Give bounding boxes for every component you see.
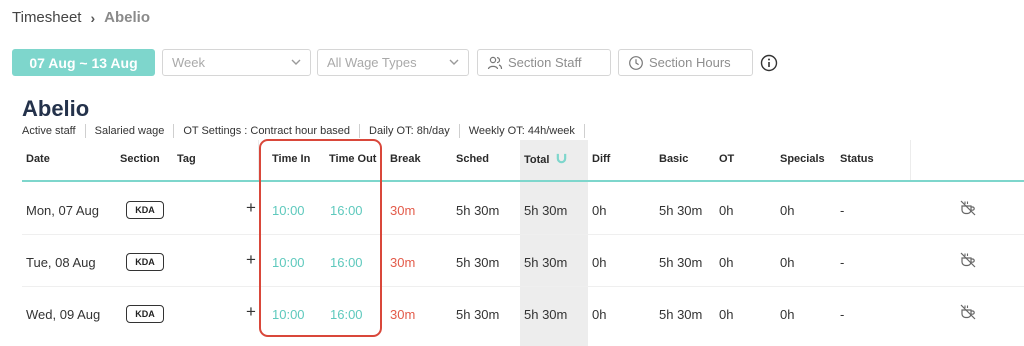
break-value[interactable]: 30m — [390, 307, 415, 322]
col-break[interactable]: Break — [390, 153, 421, 165]
col-status[interactable]: Status — [840, 153, 874, 165]
sched-value: 5h 30m — [456, 307, 500, 322]
basic-value: 5h 30m — [659, 307, 703, 322]
col-tag[interactable]: Tag — [177, 153, 196, 165]
meta-active-staff: Active staff — [22, 124, 86, 138]
time-in-value[interactable]: 10:00 — [272, 307, 305, 322]
staff-meta: Active staff Salaried wage OT Settings :… — [22, 124, 585, 138]
meta-daily-ot: Daily OT: 8h/day — [360, 124, 460, 138]
col-specials[interactable]: Specials — [780, 153, 825, 165]
row-date: Tue, 08 Aug — [26, 255, 96, 270]
add-tag-button[interactable]: + — [246, 250, 256, 270]
col-basic[interactable]: Basic — [659, 153, 688, 165]
chevron-down-icon — [449, 59, 459, 65]
add-tag-button[interactable]: + — [246, 302, 256, 322]
meta-ot-settings: OT Settings : Contract hour based — [174, 124, 361, 138]
break-value[interactable]: 30m — [390, 203, 415, 218]
wage-type-select[interactable]: All Wage Types — [317, 49, 469, 76]
no-break-cup-icon[interactable] — [959, 303, 977, 321]
chevron-down-icon — [291, 59, 301, 65]
column-divider — [258, 140, 259, 181]
section-staff-label: Section Staff — [508, 55, 582, 70]
col-ot[interactable]: OT — [719, 153, 734, 165]
ot-value: 0h — [719, 307, 734, 322]
info-icon[interactable] — [760, 54, 778, 72]
table-row: Wed, 09 Aug KDA + 10:00 16:00 30m 5h 30m… — [22, 287, 1024, 339]
magnet-icon[interactable] — [556, 153, 567, 164]
meta-weekly-ot: Weekly OT: 44h/week — [460, 124, 585, 138]
time-in-value[interactable]: 10:00 — [272, 255, 305, 270]
table-row: Mon, 07 Aug KDA + 10:00 16:00 30m 5h 30m… — [22, 183, 1024, 235]
specials-value: 0h — [780, 255, 795, 270]
section-badge: KDA — [126, 253, 164, 271]
col-section[interactable]: Section — [120, 153, 160, 165]
status-value: - — [840, 255, 845, 270]
ot-value: 0h — [719, 255, 734, 270]
sched-value: 5h 30m — [456, 203, 500, 218]
col-total-label: Total — [524, 154, 550, 166]
no-break-cup-icon[interactable] — [959, 199, 977, 217]
status-value: - — [840, 307, 845, 322]
time-in-value[interactable]: 10:00 — [272, 203, 305, 218]
date-range-button[interactable]: 07 Aug ~ 13 Aug — [12, 49, 155, 76]
row-date: Mon, 07 Aug — [26, 203, 99, 218]
diff-value: 0h — [592, 307, 607, 322]
section-staff-button[interactable]: Section Staff — [477, 49, 611, 76]
time-out-value[interactable]: 16:00 — [330, 307, 363, 322]
breadcrumb-current: Abelio — [104, 9, 150, 26]
col-diff[interactable]: Diff — [592, 153, 610, 165]
time-out-value[interactable]: 16:00 — [330, 255, 363, 270]
basic-value: 5h 30m — [659, 255, 703, 270]
time-out-value[interactable]: 16:00 — [330, 203, 363, 218]
section-badge: KDA — [126, 201, 164, 219]
no-break-cup-icon[interactable] — [959, 251, 977, 269]
diff-value: 0h — [592, 203, 607, 218]
meta-wage-type: Salaried wage — [86, 124, 175, 138]
header-underline — [22, 180, 1024, 182]
add-tag-button[interactable]: + — [246, 198, 256, 218]
col-date[interactable]: Date — [26, 153, 50, 165]
period-select[interactable]: Week — [162, 49, 311, 76]
total-value: 5h 30m — [524, 307, 568, 322]
column-divider — [910, 140, 911, 181]
break-value[interactable]: 30m — [390, 255, 415, 270]
clock-icon — [629, 55, 643, 70]
sched-value: 5h 30m — [456, 255, 500, 270]
specials-value: 0h — [780, 307, 795, 322]
col-total[interactable]: Total — [524, 153, 567, 166]
specials-value: 0h — [780, 203, 795, 218]
col-time-in[interactable]: Time In — [272, 153, 310, 165]
total-value: 5h 30m — [524, 255, 568, 270]
users-icon — [487, 56, 503, 69]
ot-value: 0h — [719, 203, 734, 218]
diff-value: 0h — [592, 255, 607, 270]
table-header: Date Section Tag Time In Time Out Break … — [22, 140, 1024, 182]
section-hours-label: Section Hours — [649, 55, 731, 70]
breadcrumb-timesheet-link[interactable]: Timesheet — [12, 9, 81, 26]
period-select-value: Week — [172, 55, 205, 70]
total-value: 5h 30m — [524, 203, 568, 218]
basic-value: 5h 30m — [659, 203, 703, 218]
breadcrumb-separator: › — [90, 9, 96, 26]
breadcrumb: Timesheet › Abelio — [12, 9, 150, 26]
row-date: Wed, 09 Aug — [26, 307, 101, 322]
section-hours-button[interactable]: Section Hours — [618, 49, 753, 76]
wage-type-select-value: All Wage Types — [327, 55, 417, 70]
page-title: Abelio — [22, 96, 90, 121]
col-sched[interactable]: Sched — [456, 153, 489, 165]
status-value: - — [840, 203, 845, 218]
col-time-out[interactable]: Time Out — [329, 153, 376, 165]
section-badge: KDA — [126, 305, 164, 323]
table-row: Tue, 08 Aug KDA + 10:00 16:00 30m 5h 30m… — [22, 235, 1024, 287]
